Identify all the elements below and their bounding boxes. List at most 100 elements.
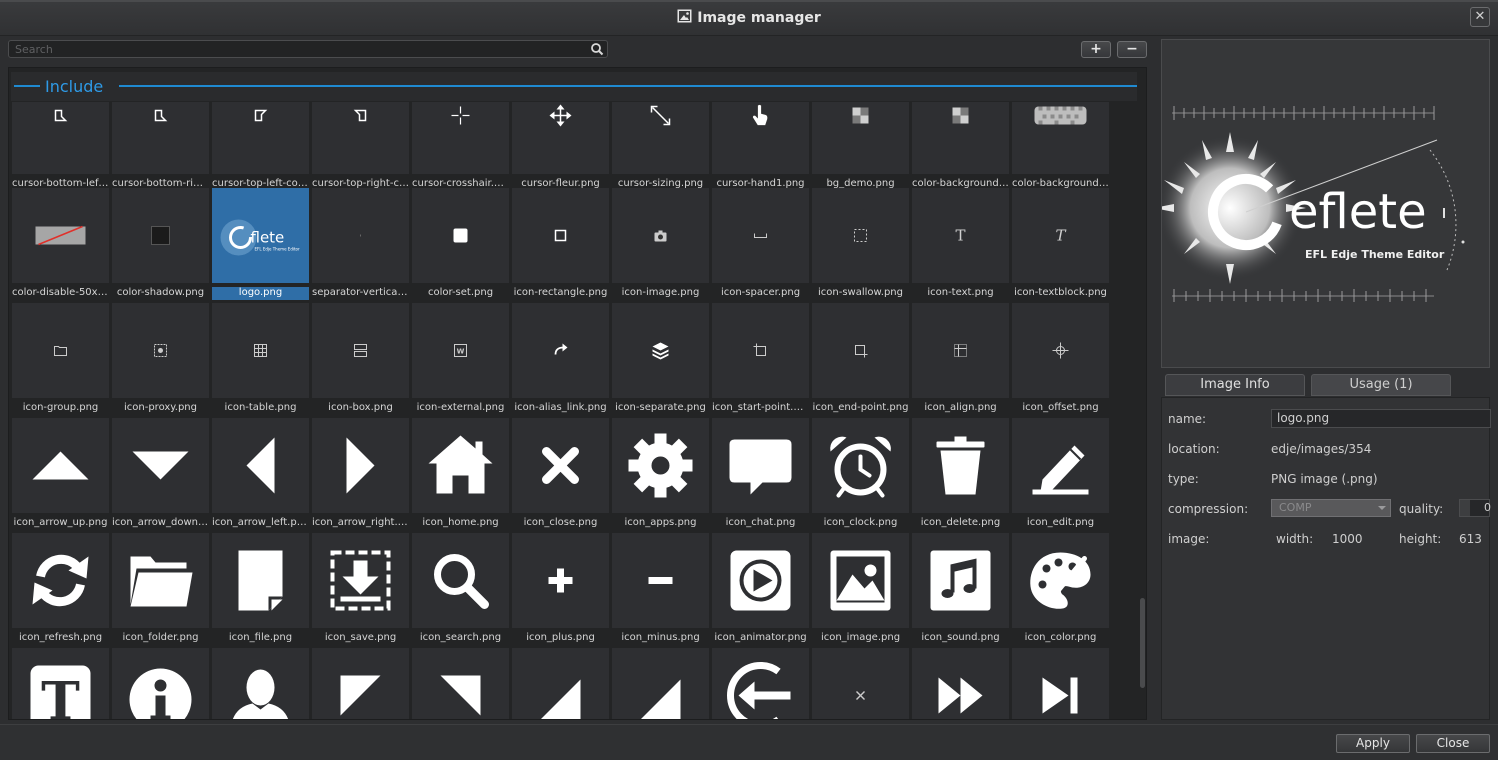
image-thumbnail[interactable] bbox=[712, 648, 809, 719]
image-tile[interactable]: icon-alias_link.png bbox=[512, 303, 609, 414]
image-tile[interactable]: icon_plus.png bbox=[512, 533, 609, 644]
image-tile[interactable]: icon_close.png bbox=[512, 418, 609, 529]
image-tile[interactable] bbox=[512, 648, 609, 719]
image-thumbnail[interactable] bbox=[112, 102, 209, 174]
image-tile[interactable]: icon_offset.png bbox=[1012, 303, 1109, 414]
image-thumbnail[interactable] bbox=[112, 303, 209, 398]
image-thumbnail[interactable] bbox=[512, 303, 609, 398]
image-tile[interactable]: icon_save.png bbox=[312, 533, 409, 644]
image-thumbnail[interactable] bbox=[512, 533, 609, 628]
image-thumbnail[interactable] bbox=[712, 303, 809, 398]
image-tile[interactable]: icon_search.png bbox=[412, 533, 509, 644]
search-input[interactable] bbox=[15, 42, 585, 56]
image-thumbnail[interactable] bbox=[512, 102, 609, 174]
image-thumbnail[interactable] bbox=[412, 648, 509, 719]
image-tile[interactable]: Wicon-external.png bbox=[412, 303, 509, 414]
image-tile[interactable]: color-set.png bbox=[412, 188, 509, 299]
image-tile[interactable]: color-shadow.png bbox=[112, 188, 209, 299]
grid-scrollbar[interactable] bbox=[1140, 68, 1146, 719]
image-tile[interactable]: icon_minus.png bbox=[612, 533, 709, 644]
image-thumbnail[interactable] bbox=[612, 418, 709, 513]
image-tile[interactable]: flete EFL Edje Theme Editor logo.png bbox=[212, 188, 309, 300]
image-tile[interactable]: icon-proxy.png bbox=[112, 303, 209, 414]
remove-image-button[interactable]: − bbox=[1117, 41, 1147, 58]
image-tile[interactable]: icon_image.png bbox=[812, 533, 909, 644]
image-thumbnail[interactable] bbox=[412, 102, 509, 174]
search-icon[interactable] bbox=[590, 42, 604, 56]
image-thumbnail[interactable] bbox=[612, 533, 709, 628]
image-thumbnail[interactable] bbox=[1012, 303, 1109, 398]
image-thumbnail[interactable] bbox=[712, 533, 809, 628]
image-thumbnail[interactable] bbox=[212, 648, 309, 719]
image-thumbnail[interactable] bbox=[712, 188, 809, 283]
image-thumbnail[interactable] bbox=[812, 648, 909, 719]
image-thumbnail[interactable] bbox=[212, 418, 309, 513]
image-thumbnail[interactable] bbox=[812, 533, 909, 628]
image-tile[interactable]: icon_color.png bbox=[1012, 533, 1109, 644]
image-tile[interactable]: T bbox=[12, 648, 109, 719]
image-tile[interactable] bbox=[212, 648, 309, 719]
image-thumbnail[interactable] bbox=[1012, 418, 1109, 513]
image-tile[interactable]: separator-vertical.png bbox=[312, 188, 409, 299]
image-tile[interactable]: icon_end-point.png bbox=[812, 303, 909, 414]
image-thumbnail[interactable] bbox=[312, 303, 409, 398]
image-tile[interactable]: icon-table.png bbox=[212, 303, 309, 414]
image-tile[interactable]: icon-image.png bbox=[612, 188, 709, 299]
image-tile[interactable] bbox=[412, 648, 509, 719]
image-thumbnail[interactable] bbox=[412, 188, 509, 283]
scrollbar-thumb[interactable] bbox=[1140, 598, 1145, 688]
image-tile[interactable] bbox=[812, 648, 909, 719]
image-thumbnail[interactable]: W bbox=[412, 303, 509, 398]
image-tile[interactable]: icon_delete.png bbox=[912, 418, 1009, 529]
image-tile[interactable]: icon-separate.png bbox=[612, 303, 709, 414]
apply-button[interactable]: Apply bbox=[1336, 734, 1410, 753]
image-tile[interactable]: icon_file.png bbox=[212, 533, 309, 644]
image-tile[interactable]: icon_refresh.png bbox=[12, 533, 109, 644]
image-tile[interactable]: icon-swallow.png bbox=[812, 188, 909, 299]
image-tile[interactable] bbox=[912, 648, 1009, 719]
image-thumbnail[interactable] bbox=[512, 418, 609, 513]
image-thumbnail[interactable] bbox=[112, 188, 209, 283]
image-tile[interactable] bbox=[1012, 648, 1109, 719]
image-tile[interactable]: icon_home.png bbox=[412, 418, 509, 529]
image-tile[interactable]: color-disable-50x50.png bbox=[12, 188, 109, 299]
image-thumbnail[interactable] bbox=[712, 102, 809, 174]
image-tile[interactable]: icon_arrow_right.png bbox=[312, 418, 409, 529]
image-tile[interactable]: Ticon-textblock.png bbox=[1012, 188, 1109, 299]
image-tile[interactable]: icon_chat.png bbox=[712, 418, 809, 529]
image-thumbnail[interactable]: flete EFL Edje Theme Editor bbox=[212, 188, 309, 283]
image-thumbnail[interactable] bbox=[912, 418, 1009, 513]
image-thumbnail[interactable] bbox=[812, 102, 909, 174]
image-thumbnail[interactable] bbox=[212, 303, 309, 398]
image-thumbnail[interactable] bbox=[12, 188, 109, 283]
image-tile[interactable] bbox=[112, 648, 209, 719]
image-thumbnail[interactable] bbox=[612, 303, 709, 398]
image-tile[interactable]: icon-box.png bbox=[312, 303, 409, 414]
image-tile[interactable]: icon_align.png bbox=[912, 303, 1009, 414]
image-thumbnail[interactable] bbox=[12, 533, 109, 628]
image-thumbnail[interactable] bbox=[112, 533, 209, 628]
image-thumbnail[interactable] bbox=[312, 102, 409, 174]
image-thumbnail[interactable] bbox=[612, 188, 709, 283]
quality-spinner[interactable]: 0 bbox=[1459, 499, 1491, 517]
image-tile[interactable]: icon-spacer.png bbox=[712, 188, 809, 299]
image-tile[interactable]: icon_edit.png bbox=[1012, 418, 1109, 529]
add-image-button[interactable]: + bbox=[1081, 41, 1111, 58]
image-tile[interactable] bbox=[312, 648, 409, 719]
image-thumbnail[interactable]: T bbox=[1012, 188, 1109, 283]
image-thumbnail[interactable] bbox=[12, 303, 109, 398]
window-close-button[interactable]: ✕ bbox=[1470, 7, 1490, 27]
image-thumbnail[interactable] bbox=[112, 418, 209, 513]
image-thumbnail[interactable] bbox=[312, 188, 409, 283]
image-thumbnail[interactable] bbox=[1012, 102, 1109, 174]
image-tile[interactable]: icon-rectangle.png bbox=[512, 188, 609, 299]
image-thumbnail[interactable] bbox=[812, 303, 909, 398]
image-thumbnail[interactable] bbox=[812, 418, 909, 513]
image-thumbnail[interactable]: T bbox=[912, 188, 1009, 283]
quality-decrement[interactable] bbox=[1460, 500, 1470, 516]
image-thumbnail[interactable] bbox=[912, 648, 1009, 719]
image-tile[interactable]: icon_start-point.png bbox=[712, 303, 809, 414]
image-tile[interactable] bbox=[712, 648, 809, 719]
image-thumbnail[interactable] bbox=[512, 188, 609, 283]
image-thumbnail[interactable] bbox=[112, 648, 209, 719]
